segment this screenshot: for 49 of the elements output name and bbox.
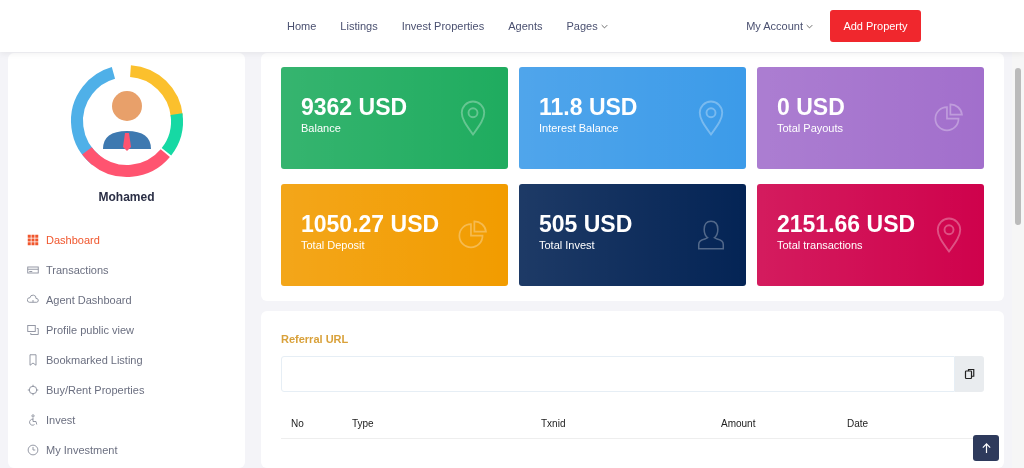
nav-link[interactable]: Invest Properties bbox=[401, 20, 485, 32]
column-header: Txnid bbox=[541, 418, 567, 431]
stat-value: 505 USD bbox=[539, 211, 633, 238]
stat-value: 0 USD bbox=[777, 94, 845, 121]
map-pin-icon bbox=[934, 216, 964, 254]
nav-link[interactable]: Agents bbox=[508, 20, 543, 32]
sidebar-item[interactable]: Bookmarked Listing bbox=[27, 352, 245, 368]
sidebar-item[interactable]: Dashboard bbox=[27, 232, 245, 248]
arrow-up-icon bbox=[980, 442, 992, 454]
column-header: Date bbox=[847, 418, 869, 431]
column-header: No bbox=[290, 418, 305, 431]
copy-icon bbox=[963, 368, 976, 380]
stat-value: 2151.66 USD bbox=[777, 211, 916, 238]
column-header: Type bbox=[352, 418, 375, 431]
clock-icon bbox=[27, 444, 39, 456]
grid-icon bbox=[27, 234, 39, 246]
sidebar-item[interactable]: Profile public view bbox=[27, 322, 245, 338]
copy-button[interactable] bbox=[955, 356, 984, 392]
target-icon bbox=[27, 384, 39, 396]
profile-name: Mohamed bbox=[98, 190, 155, 204]
stat-label: Total Deposit bbox=[301, 239, 366, 251]
map-pin-icon bbox=[696, 99, 726, 137]
add-property-button[interactable]: Add Property bbox=[830, 10, 921, 42]
stat-label: Total Invest bbox=[539, 239, 596, 251]
nav-link[interactable]: Pages bbox=[566, 20, 608, 32]
account-menu[interactable]: My Account bbox=[746, 20, 813, 32]
sidebar-item[interactable]: Buy/Rent Properties bbox=[27, 382, 245, 398]
stat-label: Total transactions bbox=[777, 239, 864, 251]
stat-label: Total Payouts bbox=[777, 122, 845, 134]
back-to-top-button[interactable] bbox=[973, 435, 999, 461]
column-header: Amount bbox=[721, 418, 757, 431]
sidebar-item[interactable]: Invest bbox=[27, 412, 245, 428]
stat-value: 11.8 USD bbox=[539, 94, 638, 121]
nav-link[interactable]: Home bbox=[287, 20, 317, 32]
stat-value: 1050.27 USD bbox=[301, 211, 440, 238]
stat-value: 9362 USD bbox=[301, 94, 408, 121]
bookmark-icon bbox=[27, 354, 39, 366]
stat-label: Interest Balance bbox=[539, 122, 620, 134]
referral-title: Referral URL bbox=[281, 333, 350, 345]
referral-url-field[interactable] bbox=[281, 356, 955, 392]
card-icon bbox=[27, 264, 39, 276]
cloud-icon bbox=[27, 294, 39, 306]
sidebar-item[interactable]: Transactions bbox=[27, 262, 245, 278]
sidebar-item[interactable]: Agent Dashboard bbox=[27, 292, 245, 308]
nav-link[interactable]: Listings bbox=[340, 20, 378, 32]
map-pin-icon bbox=[458, 99, 488, 137]
copy-icon bbox=[27, 324, 39, 336]
stat-label: Balance bbox=[301, 122, 342, 134]
sidebar-item[interactable]: My Investment bbox=[27, 442, 245, 458]
